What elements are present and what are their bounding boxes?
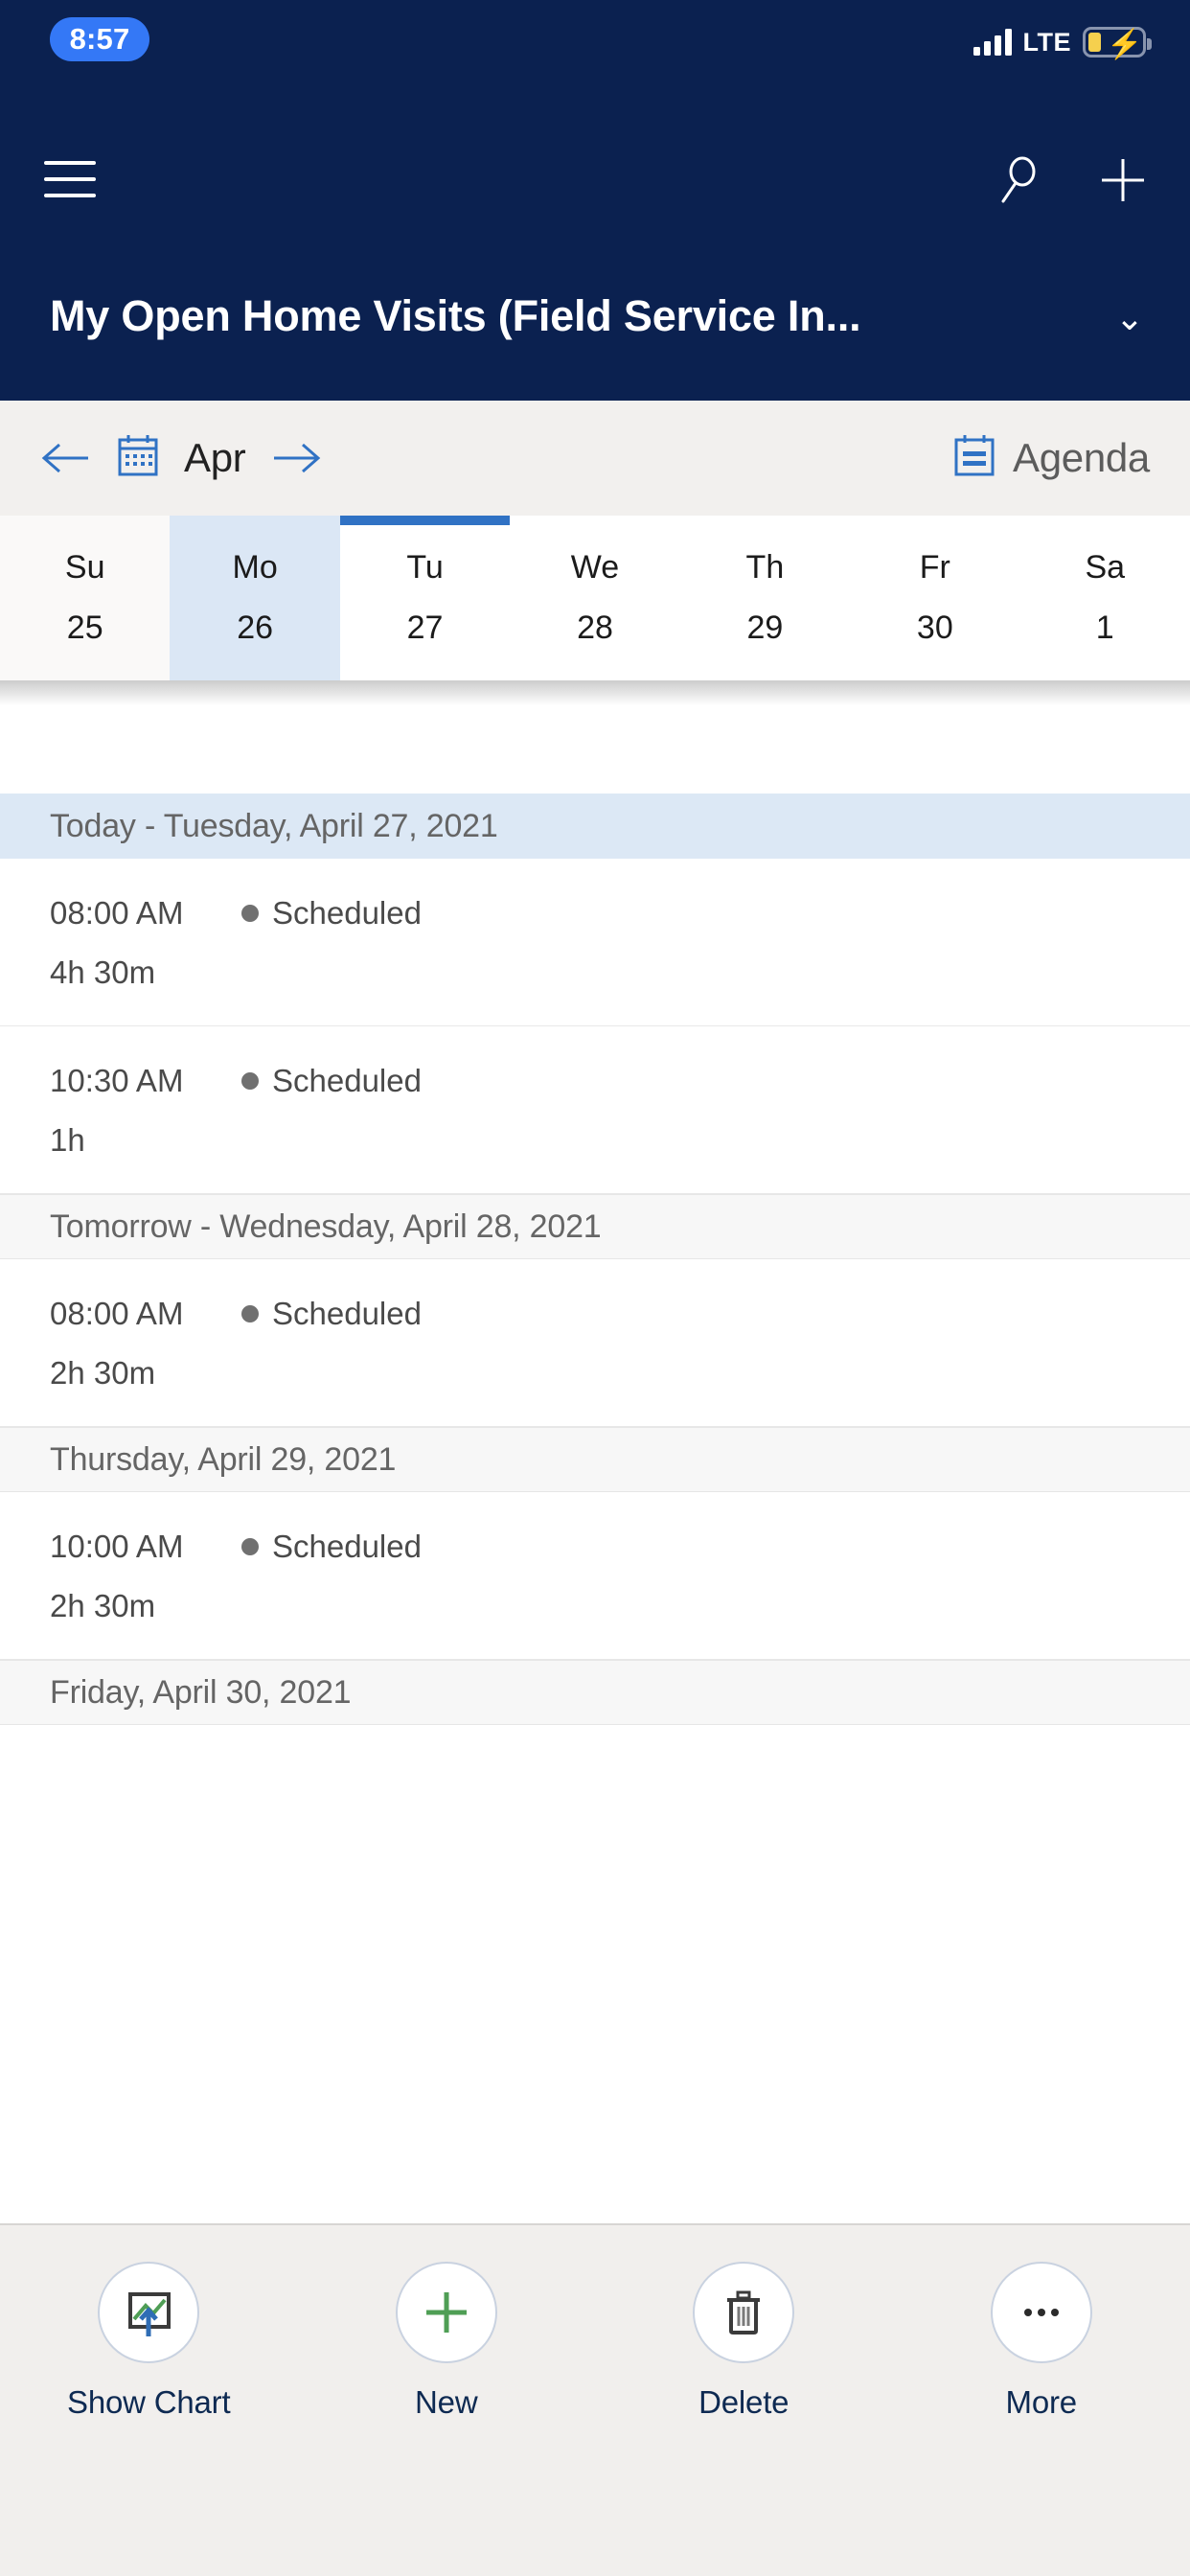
appointment-duration: 2h 30m (50, 1355, 156, 1391)
agenda-appointment-item[interactable]: 10:00 AM Scheduled 2h 30m (0, 1492, 1190, 1660)
status-dot-icon (241, 1072, 259, 1090)
agenda-section-header: Friday, April 30, 2021 (0, 1660, 1190, 1725)
status-time: 8:57 (50, 17, 149, 61)
current-month-label: Apr (184, 435, 246, 480)
status-dot-icon (241, 1305, 259, 1322)
agenda-section-header: Tomorrow - Wednesday, April 28, 2021 (0, 1194, 1190, 1259)
plus-icon (395, 2262, 497, 2363)
appointment-status: Scheduled (272, 1529, 422, 1564)
week-day-name: Fr (919, 549, 950, 586)
appointment-time: 10:00 AM (50, 1529, 184, 1564)
status-dot-icon (241, 905, 259, 922)
agenda-appointment-item[interactable]: 08:00 AM Scheduled 4h 30m (0, 859, 1190, 1026)
appointment-duration: 1h (50, 1122, 85, 1158)
status-indicators: LTE ⚡ (973, 23, 1152, 61)
week-day-name: Th (745, 549, 785, 586)
week-day-number: 25 (66, 610, 103, 646)
week-day-name: We (570, 549, 620, 586)
week-day-we[interactable]: We 28 (510, 516, 679, 680)
appointment-time: 08:00 AM (50, 1296, 184, 1331)
appointment-status: Scheduled (272, 1296, 422, 1331)
app-nav-bar (0, 126, 1190, 232)
appointment-primary-row: 08:00 AM Scheduled (50, 895, 1190, 932)
week-day-name: Mo (232, 549, 278, 586)
command-bar: Show Chart New Delete More (0, 2223, 1190, 2576)
agenda-top-spacer (0, 680, 1190, 794)
page-title-bar[interactable]: My Open Home Visits (Field Service In...… (0, 232, 1190, 401)
search-icon[interactable] (991, 153, 1044, 207)
today-indicator-bar (339, 516, 511, 525)
week-day-name: Sa (1085, 549, 1126, 586)
week-day-number: 1 (1095, 610, 1114, 646)
appointment-primary-row: 08:00 AM Scheduled (50, 1296, 1190, 1332)
page-title: My Open Home Visits (Field Service In... (50, 291, 861, 340)
calendar-toolbar: Apr Agenda (0, 401, 1190, 516)
plus-icon[interactable] (1096, 153, 1150, 207)
trash-icon (693, 2262, 795, 2363)
week-day-mo[interactable]: Mo 26 (170, 516, 340, 680)
agenda-view-icon (953, 433, 995, 484)
appointment-primary-row: 10:30 AM Scheduled (50, 1063, 1190, 1099)
week-strip[interactable]: Su 25 Mo 26 Tu 27 We 28 Th 29 Fr 30 Sa 1 (0, 516, 1190, 680)
agenda-section-header: Thursday, April 29, 2021 (0, 1427, 1190, 1492)
more-button[interactable]: More (936, 2262, 1147, 2421)
appointment-status: Scheduled (272, 1063, 422, 1098)
week-day-name: Tu (406, 549, 444, 586)
week-day-number: 30 (916, 610, 953, 646)
month-nav: Apr (38, 433, 324, 484)
appointment-primary-row: 10:00 AM Scheduled (50, 1529, 1190, 1565)
new-button[interactable]: New (341, 2262, 552, 2421)
arrow-right-icon[interactable] (270, 438, 324, 478)
calendar-icon[interactable] (117, 433, 159, 484)
signal-bars-icon (973, 29, 1012, 56)
more-label: More (1005, 2384, 1078, 2420)
week-day-number: 29 (746, 610, 784, 646)
agenda-list[interactable]: Today - Tuesday, April 27, 2021 08:00 AM S… (0, 680, 1190, 2223)
week-day-tu[interactable]: Tu 27 (339, 516, 511, 680)
status-bar: 8:57 LTE ⚡ (0, 0, 1190, 126)
show-chart-label: Show Chart (67, 2384, 231, 2420)
week-day-number: 26 (237, 610, 274, 646)
week-day-number: 27 (406, 610, 444, 646)
week-day-su[interactable]: Su 25 (0, 516, 171, 680)
week-day-number: 28 (577, 610, 613, 646)
phone-screen: 8:57 LTE ⚡ My Open Home Visits (Field Se… (0, 0, 1190, 2576)
appointment-time: 10:30 AM (50, 1063, 184, 1098)
ellipsis-icon (990, 2262, 1092, 2363)
agenda-appointment-item[interactable]: 08:00 AM Scheduled 2h 30m (0, 1259, 1190, 1427)
show-chart-button[interactable]: Show Chart (43, 2262, 254, 2421)
appointment-duration: 2h 30m (50, 1588, 156, 1623)
agenda-view-label: Agenda (1012, 435, 1150, 480)
appointment-duration: 4h 30m (50, 954, 156, 990)
appointment-time: 08:00 AM (50, 895, 184, 931)
week-day-sa[interactable]: Sa 1 (1020, 516, 1190, 680)
show-chart-icon (98, 2262, 200, 2363)
network-type-label: LTE (1022, 27, 1071, 57)
appointment-status: Scheduled (272, 895, 422, 931)
agenda-appointment-item[interactable]: 10:30 AM Scheduled 1h (0, 1026, 1190, 1194)
delete-label: Delete (698, 2384, 790, 2420)
status-dot-icon (241, 1538, 259, 1555)
arrow-left-icon[interactable] (38, 438, 92, 478)
agenda-section-header: Today - Tuesday, April 27, 2021 (0, 794, 1190, 859)
new-label: New (415, 2384, 478, 2420)
hamburger-menu-icon[interactable] (44, 161, 96, 199)
calendar-view-switcher[interactable]: Agenda (953, 433, 1150, 484)
week-day-name: Su (64, 549, 105, 586)
week-day-fr[interactable]: Fr 30 (850, 516, 1019, 680)
week-day-th[interactable]: Th 29 (680, 516, 850, 680)
chevron-down-icon[interactable]: ⌄ (1115, 301, 1144, 335)
battery-charging-icon: ⚡ (1083, 27, 1152, 60)
delete-button[interactable]: Delete (638, 2262, 849, 2421)
